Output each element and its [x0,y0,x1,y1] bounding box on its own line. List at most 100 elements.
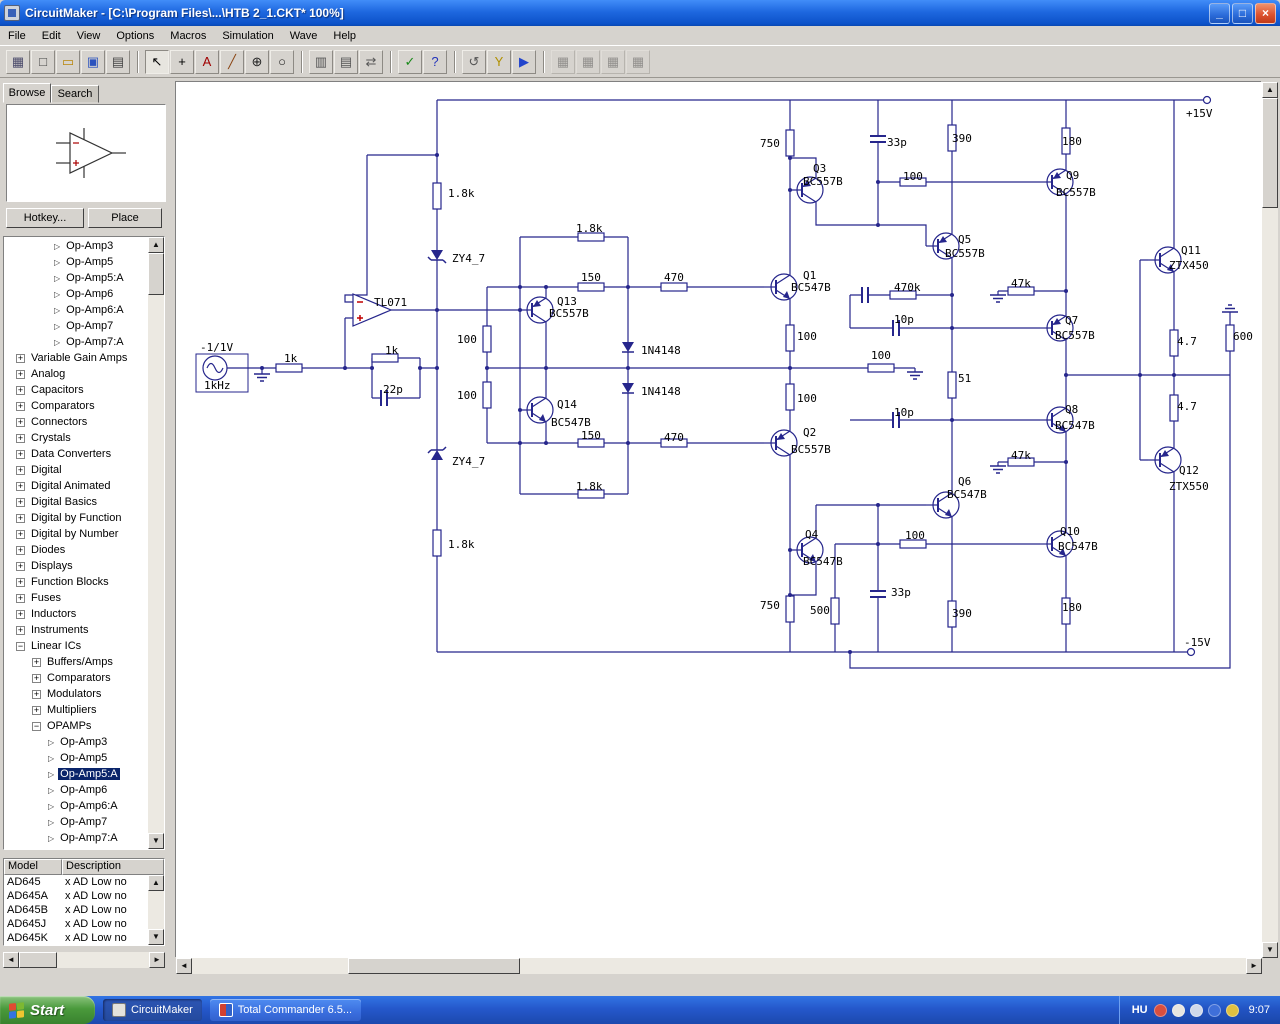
tree-item-function-blocks[interactable]: + Function Blocks [4,574,148,590]
place-button[interactable]: Place [88,208,162,228]
tree-item-op-amp7-a[interactable]: ▷ Op-Amp7:A [4,830,148,846]
tree-item-op-amp5-a[interactable]: ▷ Op-Amp5:A [4,766,148,782]
junction-dot[interactable] [876,542,880,546]
canvas-hscroll-thumb[interactable] [348,958,520,974]
pnp-transistor[interactable] [939,236,947,243]
model-table-scrollbar[interactable]: ▲ ▼ [148,875,164,945]
wire-tool-button[interactable]: + [170,49,194,74]
tree-item-connectors[interactable]: + Connectors [4,414,148,430]
junction-dot[interactable] [626,285,630,289]
expand-icon[interactable]: + [32,657,41,667]
expand-icon[interactable]: + [32,705,41,715]
junction-dot[interactable] [518,441,522,445]
resistor[interactable] [785,383,795,411]
column-header-description[interactable]: Description [62,859,164,875]
expand-icon[interactable]: + [32,673,41,683]
tree-item-analog[interactable]: + Analog [4,366,148,382]
diode[interactable] [622,342,634,352]
expand-icon[interactable]: + [16,417,25,427]
tree-item-fuses[interactable]: + Fuses [4,590,148,606]
select-tool-button[interactable]: ↖ [145,49,169,74]
model-row-ad645b[interactable]: AD645B x AD Low no [4,903,164,917]
junction-dot[interactable] [626,366,630,370]
menu-options[interactable]: Options [108,27,162,45]
menu-help[interactable]: Help [325,27,364,45]
tree-item-op-amp6[interactable]: ▷ Op-Amp6 [4,286,148,302]
tray-icon-scheduler[interactable] [1225,1003,1239,1017]
menu-wave[interactable]: Wave [282,27,326,45]
expand-icon[interactable]: + [16,513,25,523]
new-file-button[interactable]: □ [31,49,55,74]
text-tool-button[interactable]: A [195,49,219,74]
junction-dot[interactable] [950,293,954,297]
resistor[interactable] [785,595,795,623]
expand-icon[interactable]: + [16,497,25,507]
scroll-down-arrow[interactable]: ▼ [148,929,164,945]
npn-transistor[interactable] [1051,407,1067,418]
page-zoom-button[interactable]: ▥ [309,49,333,74]
canvas-vscroll-thumb[interactable] [1262,98,1278,208]
expand-icon[interactable]: + [16,401,25,411]
expand-icon[interactable]: + [16,433,25,443]
pan-view-button[interactable]: ⇄ [359,49,383,74]
reset-simulation-button[interactable]: ↺ [462,49,486,74]
junction-dot[interactable] [876,180,880,184]
junction-dot[interactable] [418,366,422,370]
menu-view[interactable]: View [69,27,109,45]
resistor[interactable] [867,363,895,373]
expand-icon[interactable]: + [16,625,25,635]
tree-item-op-amp3[interactable]: ▷ Op-Amp3 [4,238,148,254]
zoom-in-tool-button[interactable]: ⊕ [245,49,269,74]
fit-page-button[interactable]: ▤ [334,49,358,74]
help-button[interactable]: ? [423,49,447,74]
tree-item-op-amp3[interactable]: ▷ Op-Amp3 [4,734,148,750]
junction-dot[interactable] [788,366,792,370]
title-bar[interactable]: CircuitMaker - [C:\Program Files\...\HTB… [0,0,1280,26]
canvas-vertical-scrollbar[interactable]: ▲ ▼ [1262,82,1278,958]
expand-icon[interactable]: + [16,529,25,539]
power-terminal[interactable] [1202,95,1212,105]
expand-icon[interactable]: + [16,593,25,603]
power-terminal[interactable] [1186,647,1196,657]
junction-dot[interactable] [343,366,347,370]
menu-edit[interactable]: Edit [34,27,69,45]
resistor[interactable] [275,363,303,373]
tree-item-op-amp6-a[interactable]: ▷ Op-Amp6:A [4,302,148,318]
expand-icon[interactable]: + [16,609,25,619]
scroll-left-arrow[interactable]: ◄ [176,958,192,974]
scope-window-4-button[interactable]: ▦ [626,49,650,74]
tab-browse[interactable]: Browse [3,83,51,103]
pnp-transistor[interactable] [1159,462,1175,473]
junction-dot[interactable] [848,650,852,654]
hotkey-button[interactable]: Hotkey... [6,208,84,228]
tree-scroll-thumb[interactable] [148,253,164,295]
junction-dot[interactable] [950,418,954,422]
pnp-transistor[interactable] [1161,450,1169,457]
junction-dot[interactable] [1064,460,1068,464]
zener-diode[interactable] [442,446,447,451]
print-button[interactable]: ▤ [106,49,130,74]
junction-dot[interactable] [788,593,792,597]
scroll-down-arrow[interactable]: ▼ [148,833,164,849]
tree-item-data-converters[interactable]: + Data Converters [4,446,148,462]
expand-icon[interactable]: + [16,481,25,491]
save-file-button[interactable]: ▣ [81,49,105,74]
junction-dot[interactable] [518,408,522,412]
tree-item-capacitors[interactable]: + Capacitors [4,382,148,398]
canvas-horizontal-scrollbar[interactable]: ◄ ► [176,958,1262,974]
sidebar-horizontal-scrollbar[interactable]: ◄ ► [3,952,165,968]
sidebar-scroll-thumb[interactable] [19,952,57,968]
npn-transistor[interactable] [531,397,547,408]
expand-icon[interactable]: + [16,545,25,555]
junction-dot[interactable] [1064,289,1068,293]
delete-tool-button[interactable]: ╱ [220,49,244,74]
junction-dot[interactable] [1064,373,1068,377]
menu-simulation[interactable]: Simulation [214,27,281,45]
pnp-transistor[interactable] [777,433,785,440]
scroll-right-arrow[interactable]: ► [1246,958,1262,974]
junction-dot[interactable] [518,285,522,289]
tree-item-opamps[interactable]: − OPAMPs [4,718,148,734]
scroll-up-arrow[interactable]: ▲ [1262,82,1278,98]
pnp-transistor[interactable] [531,312,547,323]
taskbar-button-total-commander[interactable]: Total Commander 6.5... [209,999,362,1021]
